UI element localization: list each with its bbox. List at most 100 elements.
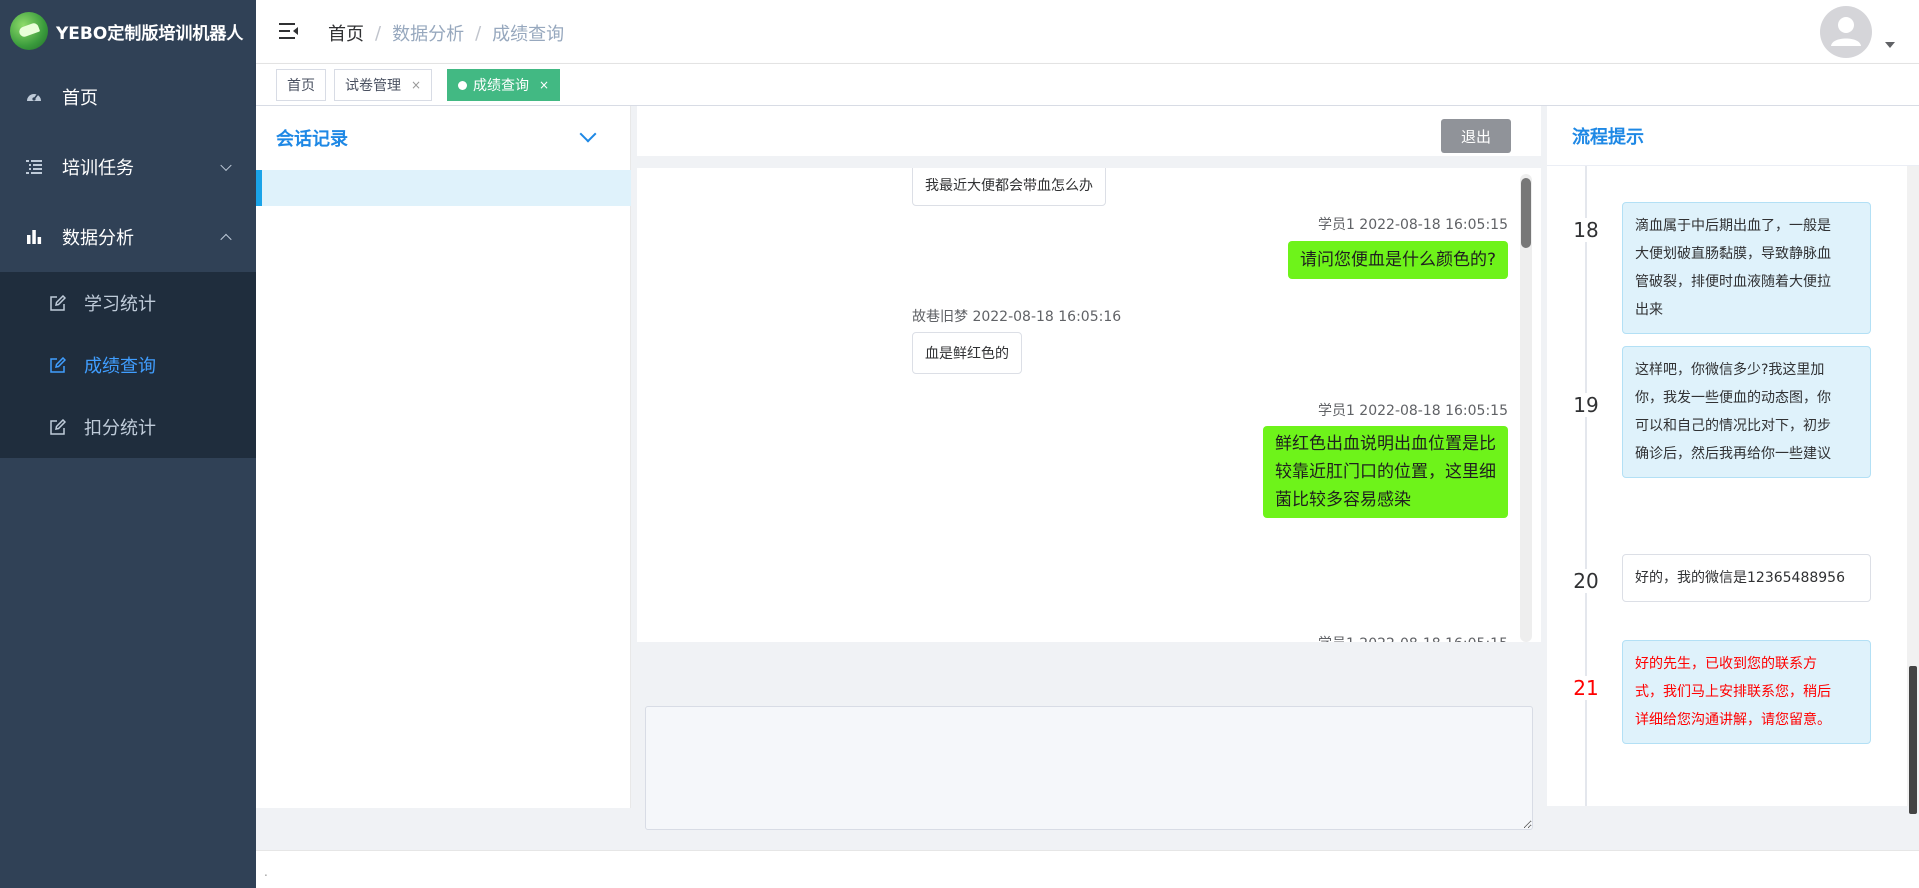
step-card[interactable]: 滴血属于中后期出血了，一般是 大便划破直肠黏膜，导致静脉血 管破裂，排便时血液随…	[1622, 202, 1871, 334]
tag-home[interactable]: 首页	[276, 69, 326, 101]
chat-message-line: 较靠近肛门口的位置，这里细	[1275, 462, 1496, 482]
step-number: 18	[1564, 218, 1608, 242]
tag-exam-management[interactable]: 试卷管理 ×	[334, 69, 433, 101]
chat-scrollbar-thumb[interactable]	[1521, 178, 1531, 248]
tag-label: 首页	[287, 78, 315, 94]
app-title: YEBO定制版培训机器人	[56, 23, 244, 44]
flow-steps[interactable]: 18 滴血属于中后期出血了，一般是 大便划破直肠黏膜，导致静脉血 管破裂，排便时…	[1547, 166, 1919, 806]
list-icon	[24, 157, 44, 177]
edit-icon	[48, 294, 66, 312]
chat-message-bubble: 请问您便血是什么颜色的?	[1287, 241, 1508, 279]
step-card-current[interactable]: 好的先生，已收到您的联系方 式，我们马上安排联系您，稍后 详细给您沟通讲解，请您…	[1622, 640, 1871, 744]
step-line: 出来	[1635, 302, 1663, 318]
caret-down-icon[interactable]	[1885, 42, 1895, 48]
menu-fold-icon[interactable]	[278, 20, 300, 42]
chevron-down-icon[interactable]	[579, 125, 597, 143]
step-line: 大便划破直肠黏膜，导致静脉血	[1635, 246, 1831, 262]
step-number-current: 21	[1564, 676, 1608, 700]
active-dot-icon	[458, 80, 467, 90]
flow-panel: 流程提示 18 滴血属于中后期出血了，一般是 大便划破直肠黏膜，导致静脉血 管破…	[1547, 106, 1919, 814]
footer-bar: .	[256, 850, 1919, 888]
data-analysis-submenu: 学习统计 成绩查询 扣分统计	[0, 272, 256, 458]
tag-label: 试卷管理	[345, 78, 401, 94]
chat-scrollbar[interactable]	[1520, 174, 1532, 642]
chat-spacer	[637, 642, 1541, 706]
footer-text: .	[264, 865, 268, 879]
chat-panel: 退出 我最近大便都会带血怎么办 学员1 2022-08-18 16:05:15 …	[637, 106, 1541, 850]
close-icon[interactable]: ×	[411, 78, 421, 92]
sidebar-item-score-query[interactable]: 成绩查询	[0, 334, 256, 396]
session-panel-header: 会话记录	[256, 106, 630, 170]
breadcrumb-separator: /	[475, 22, 482, 44]
chat-message-meta: 学员1 2022-08-18 16:05:15	[1317, 217, 1508, 233]
chevron-up-icon	[220, 233, 232, 246]
breadcrumb-item-data-analysis: 数据分析	[392, 24, 465, 45]
tag-label: 成绩查询	[473, 78, 529, 94]
sidebar-item-home[interactable]: 首页	[0, 62, 256, 132]
top-navbar: 首页 / 数据分析 / 成绩查询	[256, 0, 1919, 64]
edit-icon	[48, 356, 66, 374]
breadcrumb-item-home[interactable]: 首页	[328, 20, 364, 46]
chat-message-line: 请问您便血是什么颜色的?	[1299, 250, 1496, 270]
breadcrumb: 首页 / 数据分析 / 成绩查询	[328, 20, 564, 46]
sidebar-item-label: 数据分析	[62, 228, 134, 249]
step-number: 20	[1564, 569, 1608, 593]
sidebar-item-label: 成绩查询	[84, 356, 156, 377]
step-line: 管破裂，排便时血液随着大便拉	[1635, 274, 1831, 290]
step-line: 式，我们马上安排联系您，稍后	[1635, 684, 1831, 700]
step-line: 你，我发一些便血的动态图，你	[1635, 390, 1831, 406]
chat-header: 退出	[637, 106, 1541, 162]
chat-message-line: 菌比较多容易感染	[1275, 490, 1411, 510]
tags-view: 首页 试卷管理 × 成绩查询 ×	[256, 64, 1919, 106]
step-card[interactable]: 好的，我的微信是12365488956	[1622, 554, 1871, 602]
step-line: 这样吧，你微信多少?我这里加	[1635, 362, 1825, 378]
tag-score-query[interactable]: 成绩查询 ×	[447, 69, 561, 101]
step-line: 好的先生，已收到您的联系方	[1635, 656, 1817, 672]
step-line: 可以和自己的情况比对下，初步	[1635, 418, 1831, 434]
chat-message-meta: 学员1 2022-08-18 16:05:15	[1317, 403, 1508, 419]
sidebar-item-study-stats[interactable]: 学习统计	[0, 272, 256, 334]
chat-message-meta: 学员1 2022-08-18 16:05:15	[1318, 633, 1508, 642]
step-card[interactable]: 这样吧，你微信多少?我这里加 你，我发一些便血的动态图，你 可以和自己的情况比对…	[1622, 346, 1871, 478]
sidebar-item-deduction-stats[interactable]: 扣分统计	[0, 396, 256, 458]
close-icon[interactable]: ×	[539, 78, 549, 92]
flow-panel-header: 流程提示	[1547, 106, 1919, 166]
flow-scrollbar-thumb[interactable]	[1909, 666, 1917, 814]
step-line: 确诊后，然后我再给你一些建议	[1635, 446, 1831, 462]
chat-message-bubble: 鲜红色出血说明出血位置是比 较靠近肛门口的位置，这里细 菌比较多容易感染	[1263, 426, 1508, 518]
user-avatar[interactable]	[1820, 6, 1872, 58]
chat-input-area	[637, 706, 1541, 850]
session-list-item[interactable]	[256, 170, 631, 206]
breadcrumb-item-score-query: 成绩查询	[492, 24, 565, 45]
leaf-logo-icon	[10, 12, 48, 50]
sidebar-item-training-tasks[interactable]: 培训任务	[0, 132, 256, 202]
session-panel: 会话记录	[256, 106, 631, 808]
chat-input[interactable]	[645, 706, 1533, 830]
user-icon	[1831, 17, 1861, 46]
exit-button[interactable]: 退出	[1441, 119, 1511, 153]
step-line: 详细给您沟通讲解，请您留意。	[1635, 712, 1831, 728]
edit-icon	[48, 418, 66, 436]
app-logo[interactable]: YEBO定制版培训机器人	[0, 0, 256, 62]
main-content: 会话记录 退出 我最近大便都会带血怎么办 学员1 2022-08-18 16:0…	[256, 106, 1919, 850]
flow-scrollbar[interactable]	[1907, 166, 1919, 814]
chat-message-bubble: 血是鲜红色的	[912, 332, 1022, 374]
chat-message-bubble: 我最近大便都会带血怎么办	[912, 168, 1106, 206]
chat-message-meta: 故巷旧梦 2022-08-18 16:05:16	[912, 309, 1122, 325]
flow-panel-title: 流程提示	[1572, 126, 1644, 148]
sidebar-item-label: 扣分统计	[84, 418, 156, 439]
sidebar-item-data-analysis[interactable]: 数据分析	[0, 202, 256, 272]
session-panel-title: 会话记录	[276, 129, 348, 150]
step-line: 滴血属于中后期出血了，一般是	[1635, 218, 1831, 234]
dashboard-icon	[24, 87, 44, 107]
chat-message-line: 鲜红色出血说明出血位置是比	[1275, 434, 1496, 454]
chevron-down-icon	[220, 159, 232, 172]
sidebar-item-label: 培训任务	[62, 158, 134, 179]
bar-chart-icon	[24, 227, 44, 247]
chat-messages[interactable]: 我最近大便都会带血怎么办 学员1 2022-08-18 16:05:15 请问您…	[637, 168, 1541, 642]
step-number: 19	[1564, 393, 1608, 417]
sidebar: YEBO定制版培训机器人 首页 培训任务 数据分析 学习统计 成绩查询 扣分统计	[0, 0, 256, 888]
breadcrumb-separator: /	[375, 22, 382, 44]
sidebar-item-label: 学习统计	[84, 294, 156, 315]
timeline-line	[1585, 166, 1587, 806]
